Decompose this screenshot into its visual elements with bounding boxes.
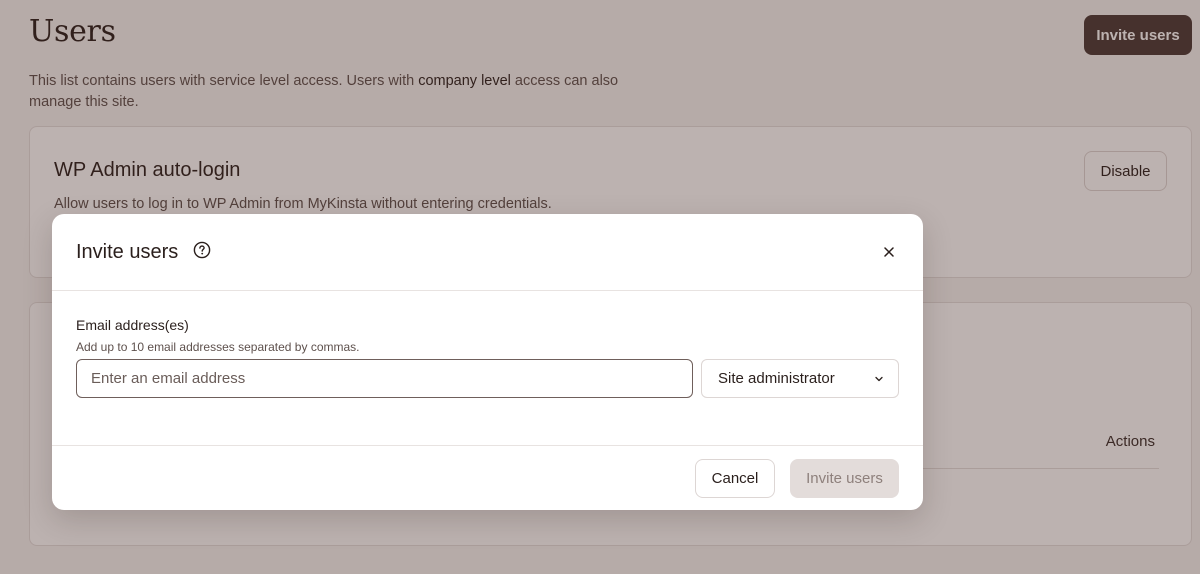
- email-input[interactable]: [76, 359, 693, 398]
- modal-title: Invite users: [76, 241, 179, 263]
- close-icon: [884, 247, 894, 257]
- email-field-label: Email address(es): [76, 317, 189, 333]
- chevron-down-icon: [875, 376, 883, 381]
- invite-users-submit-button[interactable]: Invite users: [790, 459, 899, 498]
- modal-footer-divider: [52, 445, 923, 446]
- cancel-button[interactable]: Cancel: [695, 459, 775, 498]
- role-select[interactable]: Site administrator: [701, 359, 899, 398]
- close-modal-button[interactable]: [877, 240, 901, 264]
- email-field-help: Add up to 10 email addresses separated b…: [76, 340, 360, 354]
- role-select-value: Site administrator: [718, 370, 835, 387]
- invite-users-modal: Invite users Email address(es) Add up to…: [52, 214, 923, 510]
- modal-header-divider: [52, 290, 923, 291]
- question-circle-icon[interactable]: [193, 241, 211, 259]
